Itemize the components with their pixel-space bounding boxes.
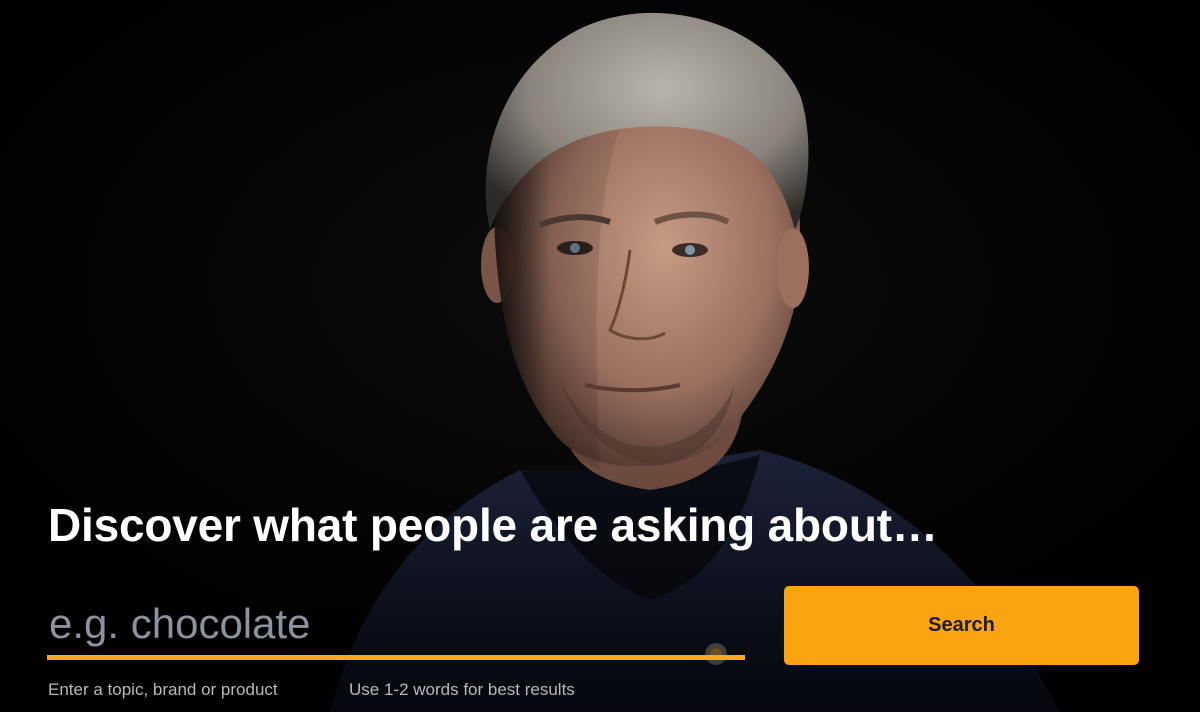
hint-words: Use 1-2 words for best results xyxy=(349,680,575,699)
hint-topic: Enter a topic, brand or product xyxy=(48,680,278,699)
page-headline: Discover what people are asking about… xyxy=(48,499,938,551)
hero-section: Discover what people are asking about… S… xyxy=(0,0,1200,712)
search-button[interactable]: Search xyxy=(784,586,1139,665)
search-field xyxy=(47,596,745,660)
search-input-underline xyxy=(47,655,745,660)
search-input[interactable] xyxy=(47,596,745,652)
